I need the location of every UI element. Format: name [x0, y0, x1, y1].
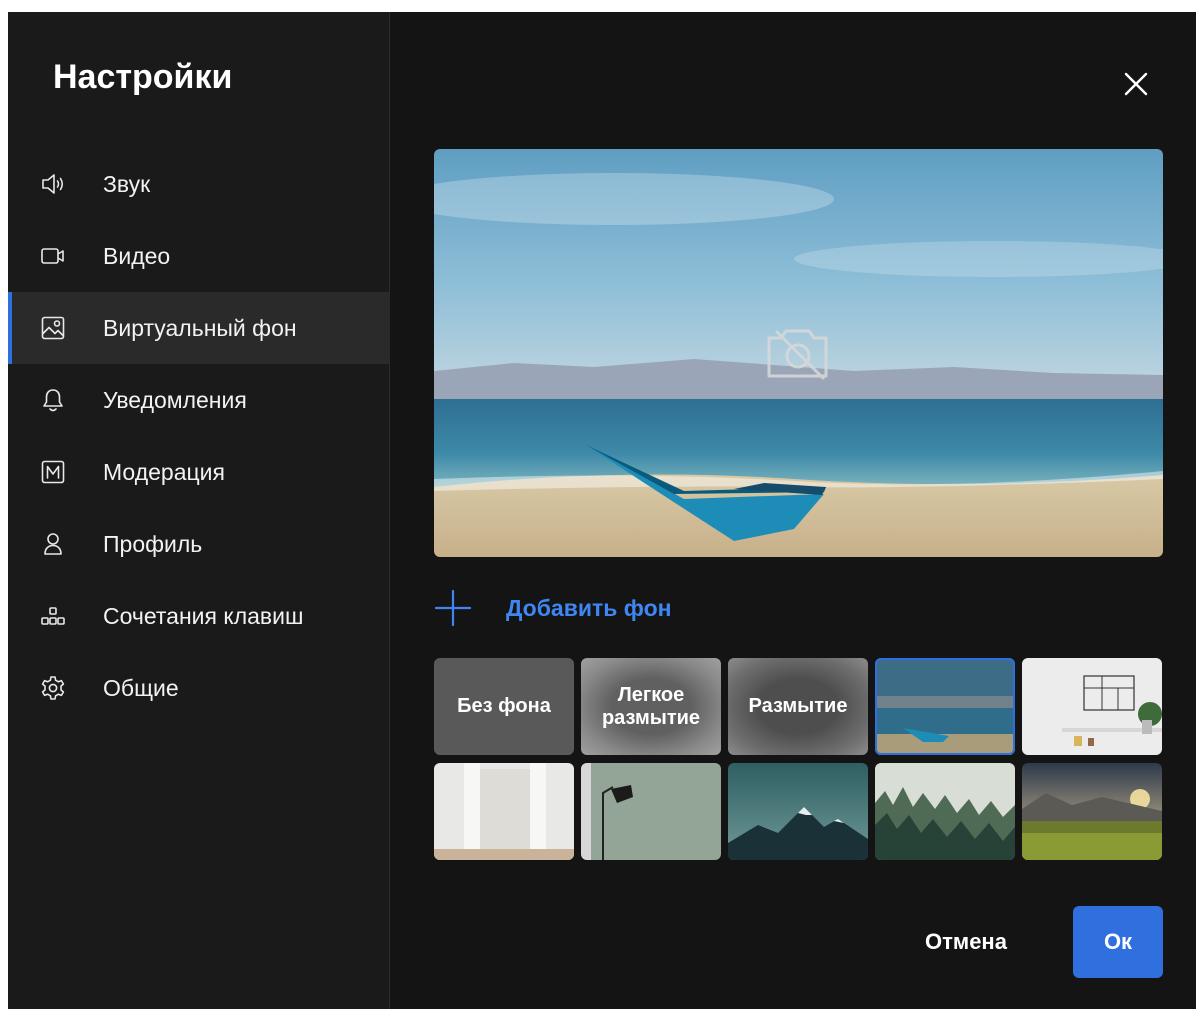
video-camera-icon — [39, 242, 67, 270]
plus-icon — [434, 589, 472, 627]
close-button[interactable] — [1118, 66, 1154, 102]
cancel-button[interactable]: Отмена — [898, 918, 1034, 966]
background-thumbnail-sunset-field[interactable] — [1022, 763, 1162, 860]
sidebar-item-label: Звук — [103, 170, 151, 197]
sidebar-item-notifications[interactable]: Уведомления — [8, 364, 390, 436]
sidebar-item-label: Уведомления — [103, 386, 247, 413]
sidebar-item-sound[interactable]: Звук — [8, 148, 390, 220]
sidebar-item-general[interactable]: Общие — [8, 652, 390, 724]
background-thumbnail-room-shelf[interactable] — [1022, 658, 1162, 755]
bell-icon — [39, 386, 67, 414]
beach-thumbnail-image — [875, 658, 1015, 755]
sidebar-item-label: Виртуальный фон — [103, 314, 297, 341]
background-thumbnail-lamp[interactable] — [581, 763, 721, 860]
speaker-icon — [39, 170, 67, 198]
sidebar-item-label: Общие — [103, 674, 179, 701]
ok-button[interactable]: Ок — [1073, 906, 1163, 978]
white-doors-thumbnail-image — [434, 763, 574, 860]
sidebar-item-video[interactable]: Видео — [8, 220, 390, 292]
background-thumbnail-foggy-forest[interactable] — [875, 763, 1015, 860]
add-background-button[interactable]: Добавить фон — [434, 589, 672, 627]
add-background-label: Добавить фон — [506, 594, 672, 621]
user-icon — [39, 530, 67, 558]
settings-nav: Звук Видео Виртуальный фон Уведомления М… — [8, 148, 390, 724]
mountains-thumbnail-image — [728, 763, 868, 860]
background-option-none[interactable]: Без фона — [434, 658, 574, 755]
background-thumbnail-white-doors[interactable] — [434, 763, 574, 860]
settings-dialog: Настройки Звук Видео Виртуальный фон Уве… — [8, 12, 1196, 1009]
foggy-forest-thumbnail-image — [875, 763, 1015, 860]
image-icon — [39, 314, 67, 342]
sidebar-title: Настройки — [53, 58, 233, 96]
background-option-blur[interactable]: Размытие — [728, 658, 868, 755]
gear-icon — [39, 674, 67, 702]
sidebar-item-profile[interactable]: Профиль — [8, 508, 390, 580]
sidebar-item-label: Сочетания клавиш — [103, 602, 304, 629]
background-grid: Без фона Легкое размытие Размытие — [434, 658, 1163, 860]
moderation-m-icon — [39, 458, 67, 486]
sidebar-item-shortcuts[interactable]: Сочетания клавиш — [8, 580, 390, 652]
sidebar-item-moderation[interactable]: Модерация — [8, 436, 390, 508]
lamp-wall-thumbnail-image — [581, 763, 721, 860]
keyboard-shortcuts-icon — [39, 602, 67, 630]
close-icon — [1124, 72, 1148, 96]
sunset-field-thumbnail-image — [1022, 763, 1162, 860]
background-preview — [434, 149, 1163, 557]
sidebar-item-label: Профиль — [103, 530, 203, 557]
sidebar-item-virtual-background[interactable]: Виртуальный фон — [8, 292, 390, 364]
background-option-light-blur[interactable]: Легкое размытие — [581, 658, 721, 755]
room-shelf-thumbnail-image — [1022, 658, 1162, 755]
settings-sidebar: Настройки Звук Видео Виртуальный фон Уве… — [8, 12, 390, 1009]
sidebar-item-label: Видео — [103, 242, 171, 269]
camera-off-icon — [767, 329, 828, 380]
sidebar-item-label: Модерация — [103, 458, 225, 485]
background-thumbnail-beach[interactable] — [875, 658, 1015, 755]
background-thumbnail-mountains[interactable] — [728, 763, 868, 860]
